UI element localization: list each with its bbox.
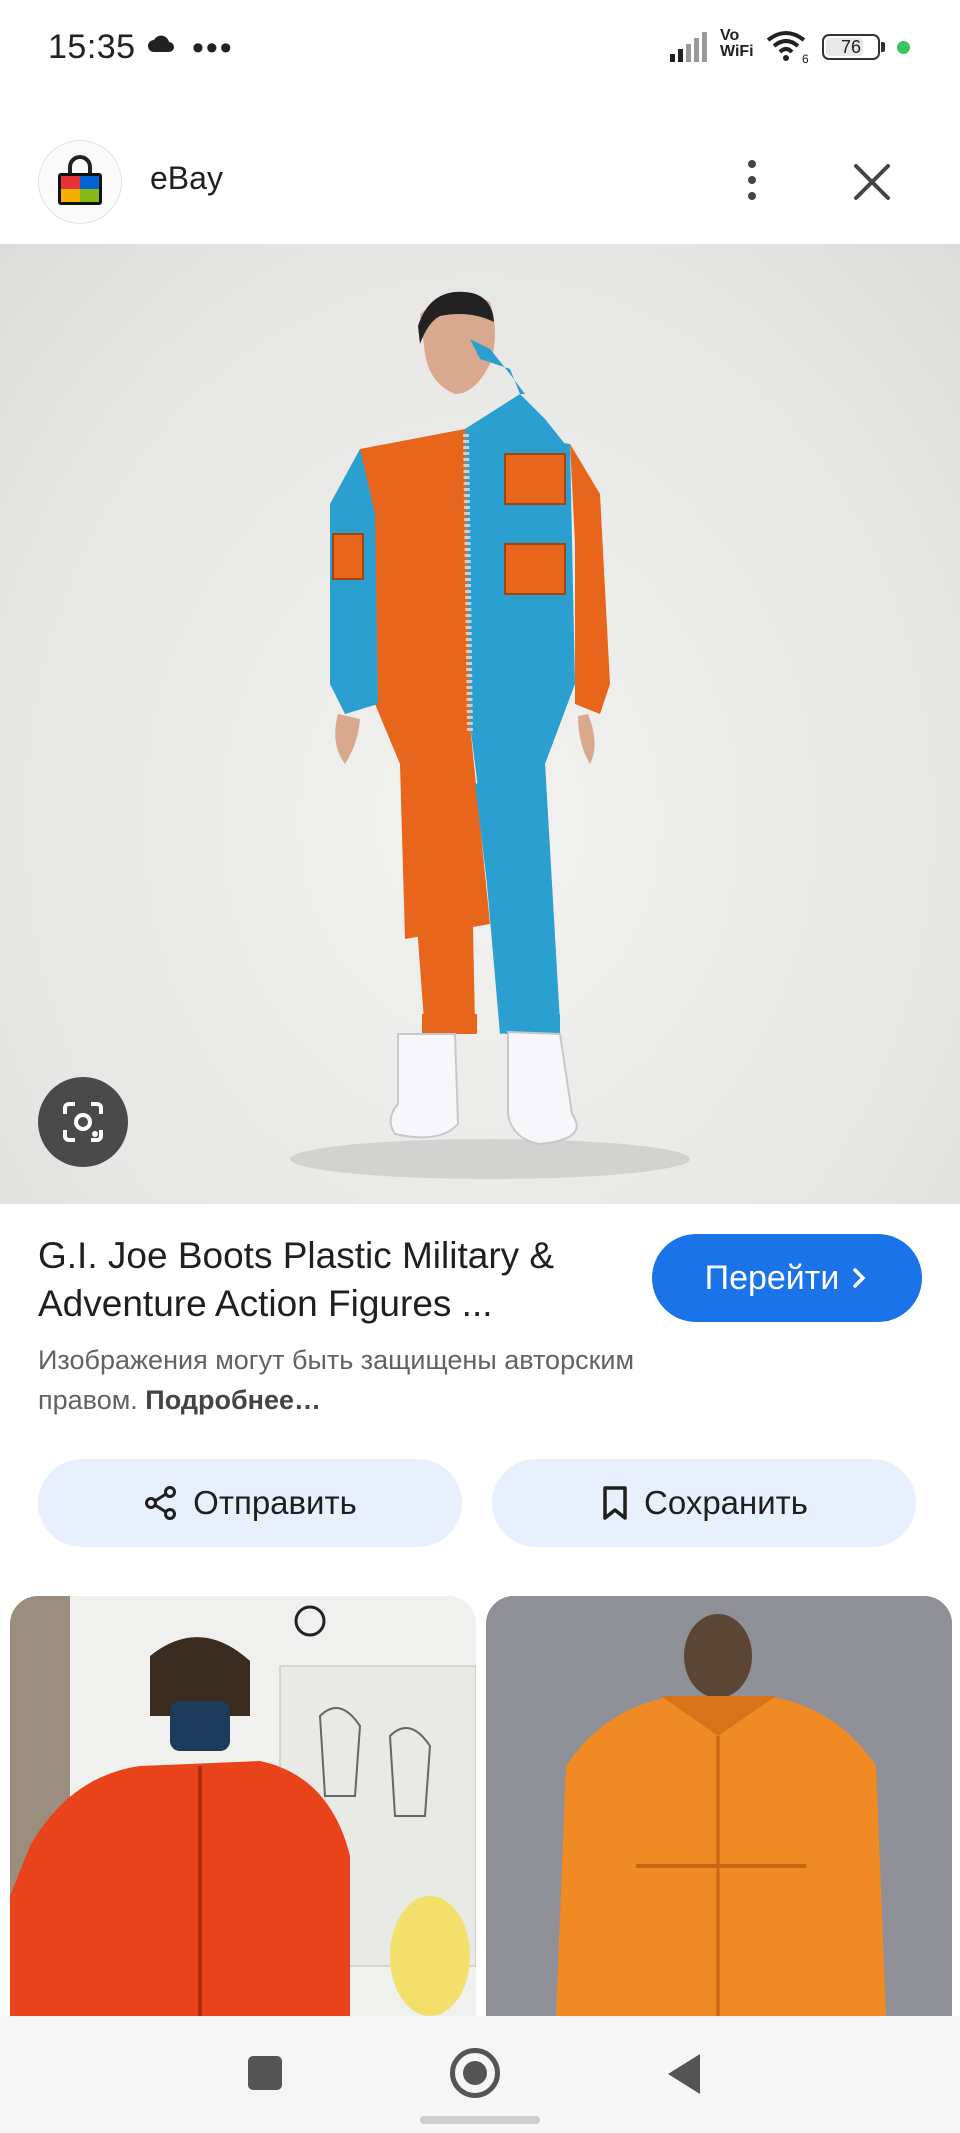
site-name[interactable]: eBay [150,160,223,197]
result-title[interactable]: G.I. Joe Boots Plastic Military & Advent… [38,1232,618,1328]
more-dots-icon: ••• [192,29,234,67]
cloud-icon [146,34,176,59]
related-image-2[interactable] [486,1596,952,2016]
system-nav-bar [0,2016,960,2133]
copyright-text: Изображения могут быть защищены авторски… [38,1345,635,1415]
save-label: Сохранить [644,1484,808,1521]
status-bar: 15:35 ••• Vo WiFi 6 76 [0,0,960,96]
related-image-1[interactable] [10,1596,476,2016]
visit-label: Перейти [704,1258,840,1297]
main-image[interactable] [0,244,960,1204]
share-label: Отправить [193,1484,357,1521]
bookmark-icon [603,1486,627,1520]
vowifi-bottom: WiFi [720,43,754,60]
share-icon [145,1486,177,1520]
battery-icon: 76 [822,34,880,60]
battery-cap [881,42,885,52]
lens-icon [63,1102,103,1142]
vowifi-indicator: Vo WiFi [720,28,754,60]
gesture-handle [420,2116,540,2124]
related-image-1-picture [10,1596,476,2016]
signal-icon [670,32,712,67]
action-figure-image [290,291,690,1179]
copyright-notice: Изображения могут быть защищены авторски… [38,1340,738,1420]
close-icon[interactable] [846,156,898,208]
learn-more-link[interactable]: Подробнее… [145,1385,321,1415]
related-image-2-picture [486,1596,952,2016]
ebay-bag-logo-icon[interactable] [38,140,122,224]
save-button[interactable]: Сохранить [492,1459,916,1547]
privacy-indicator-dot [897,41,910,54]
recents-icon[interactable] [248,2056,282,2090]
wifi-badge: 6 [802,52,809,64]
wifi-icon: 6 [766,30,812,69]
status-time: 15:35 [48,28,136,66]
back-icon[interactable] [668,2054,700,2094]
google-lens-button[interactable] [38,1077,128,1167]
page-header: eBay [0,130,960,230]
home-icon[interactable] [450,2048,500,2098]
more-vert-icon[interactable] [728,152,776,208]
vowifi-top: Vo [720,27,740,44]
chevron-right-icon [853,1268,866,1288]
share-button[interactable]: Отправить [38,1459,462,1547]
battery-level: 76 [840,37,862,57]
visit-button[interactable]: Перейти [652,1234,922,1322]
